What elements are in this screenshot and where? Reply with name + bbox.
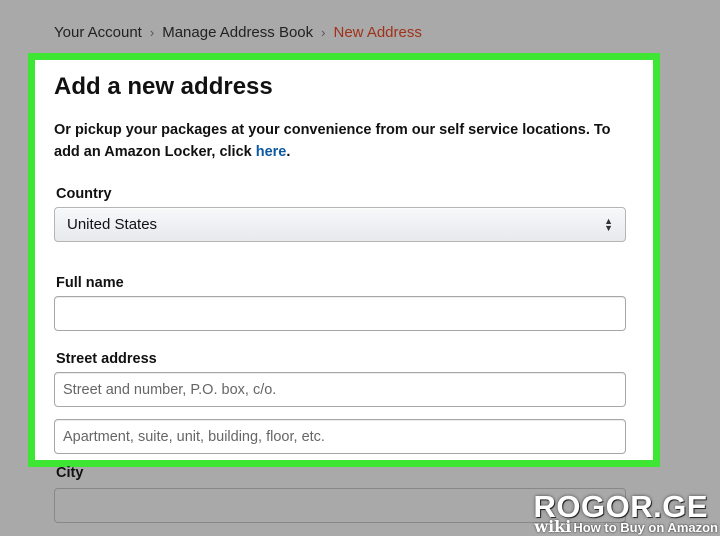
amazon-locker-link[interactable]: here <box>256 144 287 160</box>
locker-description: Or pickup your packages at your convenie… <box>54 122 611 160</box>
page-title: Add a new address <box>54 73 273 100</box>
breadcrumb-your-account[interactable]: Your Account <box>54 24 142 41</box>
watermark-caption: wiki How to Buy on Amazon <box>534 517 718 536</box>
up-down-chevron-icon: ▲ ▼ <box>604 215 613 233</box>
street-address-line1-input[interactable] <box>54 372 626 407</box>
breadcrumb-manage-address-book[interactable]: Manage Address Book <box>162 24 313 41</box>
country-select[interactable]: United States ▲ ▼ <box>54 207 626 242</box>
street-address-label: Street address <box>56 351 157 367</box>
street-address-line2-input[interactable] <box>54 419 626 454</box>
full-name-label: Full name <box>56 275 124 291</box>
breadcrumb: Your Account › Manage Address Book › New… <box>54 24 422 41</box>
caption-text: How to Buy on Amazon <box>573 520 718 535</box>
country-select-value: United States <box>67 216 158 233</box>
wiki-logo: wiki <box>534 517 572 536</box>
breadcrumb-new-address: New Address <box>333 24 422 41</box>
city-label: City <box>56 465 84 481</box>
country-label: Country <box>56 186 112 202</box>
chevron-right-icon: › <box>321 25 326 40</box>
chevron-right-icon: › <box>149 25 155 40</box>
address-form-panel: Add a new address Or pickup your package… <box>28 53 660 467</box>
full-name-input[interactable] <box>54 296 626 331</box>
